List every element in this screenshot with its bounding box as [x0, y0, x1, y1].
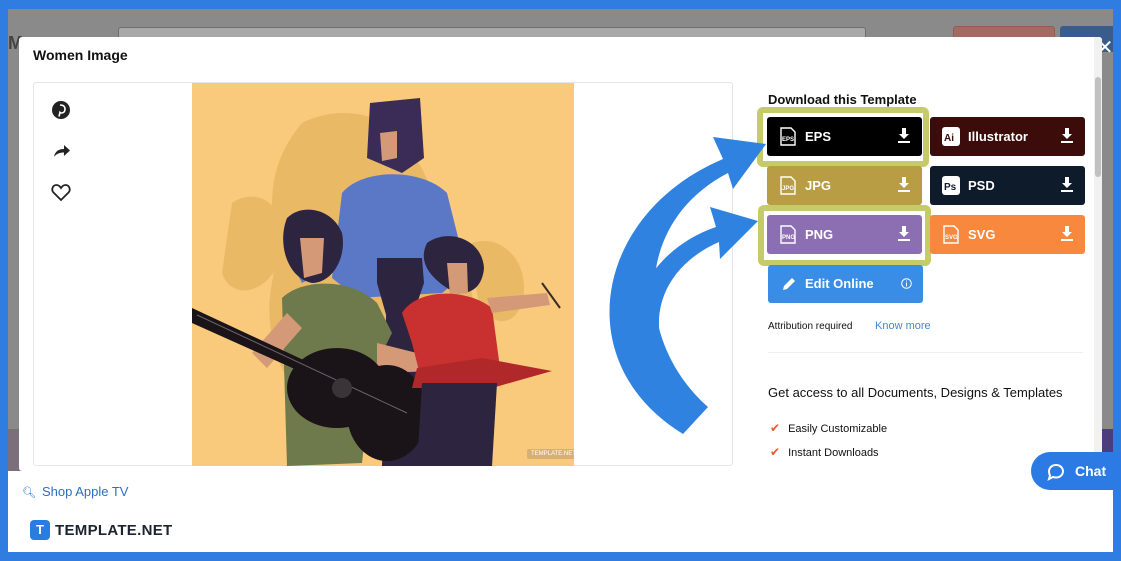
svg-text:Ai: Ai — [944, 133, 954, 144]
download-title: Download this Template — [768, 92, 917, 107]
divider — [768, 352, 1083, 353]
watermark: TEMPLATE.NET — [527, 449, 574, 459]
download-jpg-button[interactable]: JPG JPG — [767, 166, 922, 205]
download-illustrator-button[interactable]: Ai Illustrator — [930, 117, 1085, 156]
download-icon — [1061, 128, 1073, 143]
modal-title: Women Image — [33, 47, 128, 63]
chat-button[interactable]: Chat — [1031, 452, 1121, 490]
share-icon[interactable] — [50, 140, 72, 162]
svg-text:EPS: EPS — [782, 137, 794, 143]
info-icon — [901, 278, 912, 289]
download-png-button[interactable]: PNG PNG — [767, 215, 922, 254]
know-more-link[interactable]: Know more — [875, 320, 931, 332]
photoshop-icon: Ps — [942, 176, 960, 195]
logo-mark: T — [30, 520, 50, 540]
edit-online-label: Edit Online — [805, 276, 874, 291]
download-label: PSD — [968, 178, 995, 193]
download-label: Illustrator — [968, 129, 1028, 144]
download-icon — [1061, 226, 1073, 241]
pinterest-icon[interactable] — [50, 99, 72, 121]
heart-icon[interactable] — [50, 181, 72, 203]
template-modal: Women Image TEMPLATE.NET Download this T… — [19, 37, 1102, 471]
download-eps-button[interactable]: EPS EPS — [767, 117, 922, 156]
shop-link[interactable]: 🔍︎ Shop Apple TV — [22, 484, 128, 499]
check-icon: ✔ — [770, 421, 781, 435]
feature-item: ✔ Easily Customizable — [770, 421, 887, 435]
social-actions — [50, 99, 72, 222]
download-label: PNG — [805, 227, 834, 242]
svg-file-icon: SVG — [943, 225, 959, 244]
download-psd-button[interactable]: Ps PSD — [930, 166, 1085, 205]
chat-label: Chat — [1075, 463, 1107, 479]
template-net-logo[interactable]: T TEMPLATE.NET — [30, 519, 172, 541]
download-label: EPS — [805, 129, 832, 144]
download-label: SVG — [968, 227, 996, 242]
search-icon: 🔍︎ — [22, 487, 36, 499]
scroll-thumb[interactable] — [1095, 77, 1101, 177]
feature-item: ✔ Instant Downloads — [770, 445, 879, 459]
chat-icon — [1047, 463, 1065, 481]
svg-text:SVG: SVG — [945, 235, 958, 241]
logo-text: TEMPLATE.NET — [55, 521, 173, 539]
shop-label: Shop Apple TV — [41, 484, 129, 499]
pencil-icon — [783, 278, 795, 290]
download-svg-button[interactable]: SVG SVG — [930, 215, 1085, 254]
women-artwork: TEMPLATE.NET — [192, 83, 574, 466]
access-title: Get access to all Documents, Designs & T… — [768, 385, 1063, 400]
feature-label: Instant Downloads — [788, 447, 879, 459]
download-icon — [898, 177, 910, 192]
illustrator-icon: Ai — [942, 127, 960, 146]
svg-text:JPG: JPG — [782, 186, 794, 192]
edit-online-button[interactable]: Edit Online — [768, 265, 923, 303]
feature-label: Easily Customizable — [788, 423, 888, 435]
check-icon: ✔ — [770, 445, 781, 459]
eps-file-icon: EPS — [780, 127, 796, 146]
attribution-text: Attribution required — [768, 321, 853, 332]
download-icon — [898, 128, 910, 143]
screenshot-frame: M ✕ Women Image TEMPLATE.NET Download th… — [8, 9, 1113, 552]
jpg-file-icon: JPG — [780, 176, 796, 195]
download-icon — [1061, 177, 1073, 192]
modal-scrollbar[interactable] — [1094, 37, 1102, 471]
png-file-icon: PNG — [780, 225, 796, 244]
svg-text:Ps: Ps — [944, 182, 957, 193]
women-illustration — [192, 83, 574, 466]
download-icon — [898, 226, 910, 241]
svg-text:PNG: PNG — [782, 235, 795, 241]
preview-panel: TEMPLATE.NET — [33, 82, 733, 466]
download-label: JPG — [805, 178, 832, 193]
